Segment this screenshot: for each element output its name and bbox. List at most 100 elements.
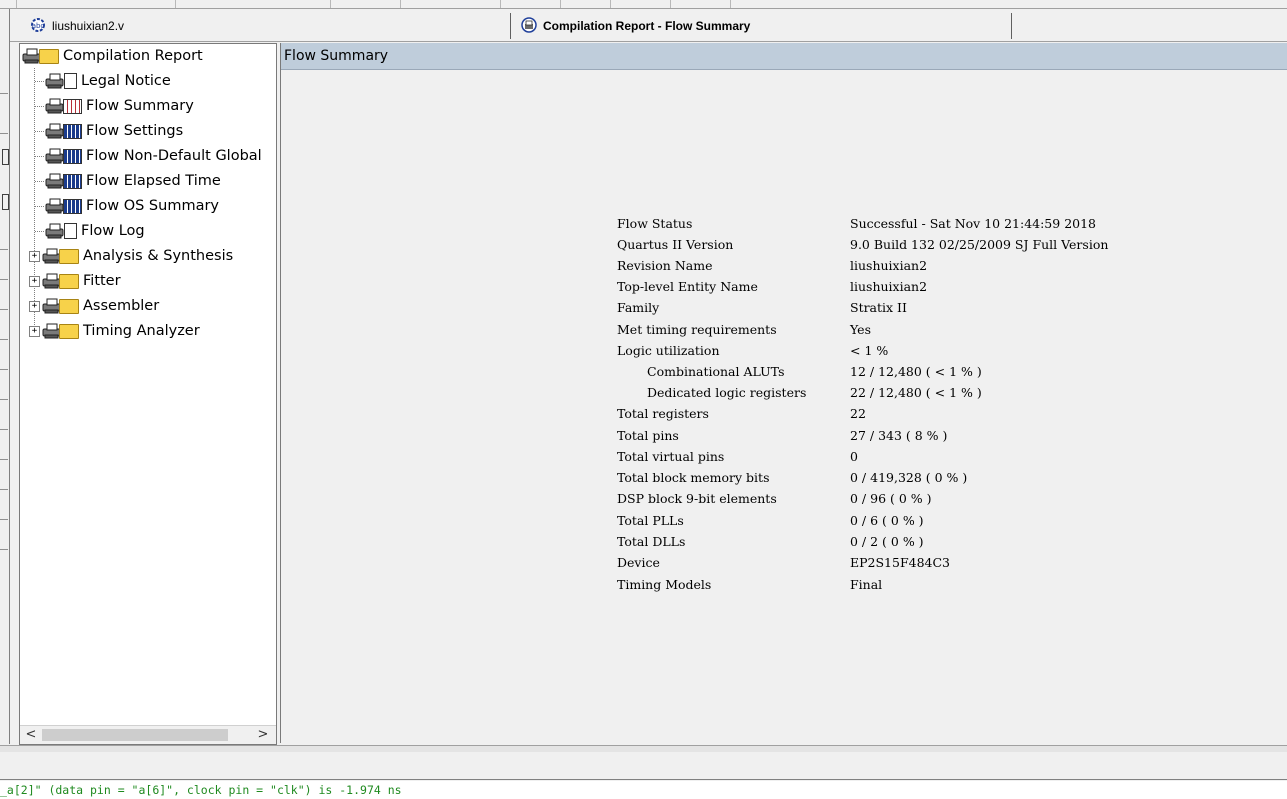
tree-node-flow-settings[interactable]: Flow Settings <box>35 120 184 142</box>
toolbar-segment <box>670 0 731 8</box>
tree-node-flow-log[interactable]: Flow Log <box>35 220 145 242</box>
toolbar-segment <box>610 0 671 8</box>
summary-key: Top-level Entity Name <box>617 279 758 294</box>
tab-compilation-report[interactable]: Compilation Report - Flow Summary <box>510 13 1012 39</box>
document-tab-bar: abc liushuixian2.v Compilation Report - … <box>10 9 1287 42</box>
tree-node-assembler[interactable]: + Assembler <box>29 295 159 317</box>
summary-key: Total DLLs <box>617 534 686 549</box>
folder-icon <box>59 248 79 264</box>
tree-node-label: Flow Settings <box>86 123 184 139</box>
toolbar-segment <box>400 0 501 8</box>
scroll-thumb[interactable] <box>42 729 228 741</box>
summary-value: 27 / 343 ( 8 % ) <box>850 428 948 443</box>
tree-node-label: Timing Analyzer <box>83 323 200 339</box>
summary-value: 22 <box>850 406 866 421</box>
table-icon <box>63 148 82 164</box>
summary-value: Stratix II <box>850 300 907 315</box>
summary-key: Logic utilization <box>617 343 720 358</box>
expand-icon[interactable]: + <box>29 325 40 337</box>
summary-key: Device <box>617 555 660 570</box>
summary-key: Dedicated logic registers <box>647 385 807 400</box>
folder-icon <box>59 273 79 289</box>
tree-node-label: Analysis & Synthesis <box>83 248 234 264</box>
summary-value: 9.0 Build 132 02/25/2009 SJ Full Version <box>850 237 1109 252</box>
report-content-pane: Flow Summary Flow Status Successful - Sat… <box>280 43 1287 743</box>
printer-icon <box>45 223 65 239</box>
printer-icon <box>45 198 65 214</box>
report-icon <box>521 16 537 36</box>
toolbar-segment <box>145 0 176 8</box>
tree-node-flow-elapsed-time[interactable]: Flow Elapsed Time <box>35 170 221 192</box>
table-icon <box>63 98 82 114</box>
svg-text:abc: abc <box>32 22 45 30</box>
tree-connector <box>34 68 35 333</box>
table-icon <box>63 173 82 189</box>
toolbar-segment <box>0 0 17 8</box>
summary-key: Revision Name <box>617 258 713 273</box>
message-line[interactable]: _a[2]" (data pin = "a[6]", clock pin = "… <box>0 781 1287 799</box>
summary-value: Successful - Sat Nov 10 21:44:59 2018 <box>850 216 1097 231</box>
folder-open-icon <box>39 48 59 64</box>
expand-icon[interactable]: + <box>29 275 40 287</box>
summary-value: 12 / 12,480 ( < 1 % ) <box>850 364 982 379</box>
tree-node-fitter[interactable]: + Fitter <box>29 270 121 292</box>
tab-report-label: Compilation Report - Flow Summary <box>543 19 751 33</box>
tree-node-legal-notice[interactable]: Legal Notice <box>35 70 171 92</box>
document-icon <box>64 73 77 89</box>
printer-icon <box>45 123 65 139</box>
table-icon <box>63 198 82 214</box>
tree-node-label: Flow OS Summary <box>86 198 220 214</box>
printer-icon <box>45 148 65 164</box>
summary-key: Timing Models <box>617 577 712 592</box>
tree-node-label: Assembler <box>83 298 160 314</box>
toolbar-segment <box>560 0 611 8</box>
summary-value: Final <box>850 577 883 592</box>
tree-node-label: Flow Elapsed Time <box>86 173 221 189</box>
folder-icon <box>59 298 79 314</box>
tree-node-label: Flow Summary <box>86 98 194 114</box>
summary-value: liushuixian2 <box>850 258 928 273</box>
scroll-left-arrow-icon[interactable]: < <box>22 726 40 744</box>
summary-key: Met timing requirements <box>617 322 777 337</box>
tree-horizontal-scrollbar[interactable]: < > <box>20 725 276 744</box>
expand-icon[interactable]: + <box>29 250 40 262</box>
printer-icon <box>45 73 65 89</box>
summary-value: liushuixian2 <box>850 279 928 294</box>
summary-key: Quartus II Version <box>617 237 734 252</box>
summary-key: Total block memory bits <box>617 470 770 485</box>
tree-node-flow-summary[interactable]: Flow Summary <box>35 95 194 117</box>
summary-value: 0 / 96 ( 0 % ) <box>850 491 932 506</box>
messages-toolbar <box>0 752 1287 780</box>
tree-node-label: Compilation Report <box>63 48 203 64</box>
summary-value: 0 / 6 ( 0 % ) <box>850 513 924 528</box>
scroll-right-arrow-icon[interactable]: > <box>254 726 272 744</box>
summary-value: 0 <box>850 449 858 464</box>
summary-value: 0 / 419,328 ( 0 % ) <box>850 470 968 485</box>
toolbar-segment <box>500 0 561 8</box>
verilog-file-icon: abc <box>30 17 46 36</box>
summary-value: 0 / 2 ( 0 % ) <box>850 534 924 549</box>
tree-node-label: Legal Notice <box>81 73 171 89</box>
left-collapsed-panel[interactable] <box>0 9 10 744</box>
toolbar-segment <box>330 0 401 8</box>
summary-key: Total registers <box>617 406 709 421</box>
folder-icon <box>59 323 79 339</box>
table-icon <box>63 123 82 139</box>
summary-key: Total pins <box>617 428 679 443</box>
tree-node-flow-os-summary[interactable]: Flow OS Summary <box>35 195 220 217</box>
toolbar-segment <box>210 0 331 8</box>
summary-value: 22 / 12,480 ( < 1 % ) <box>850 385 982 400</box>
expand-icon[interactable]: + <box>29 300 40 312</box>
tree-node-analysis-synthesis[interactable]: + Analysis & Synthesis <box>29 245 233 267</box>
tree-node-timing-analyzer[interactable]: + Timing Analyzer <box>29 320 200 342</box>
tree-node-flow-non-default-global[interactable]: Flow Non-Default Global <box>35 145 262 167</box>
tree-node-compilation-report[interactable]: Compilation Report <box>22 45 203 67</box>
top-toolbar-strip <box>0 0 1287 9</box>
tree-node-label: Flow Log <box>81 223 145 239</box>
tree-node-label: Fitter <box>83 273 121 289</box>
tab-file-liushuixian2[interactable]: abc liushuixian2.v <box>30 13 124 39</box>
tree-node-label: Flow Non-Default Global <box>86 148 262 164</box>
report-section-header: Flow Summary <box>281 43 1287 70</box>
summary-value: < 1 % <box>850 343 889 358</box>
summary-key: Total virtual pins <box>617 449 725 464</box>
